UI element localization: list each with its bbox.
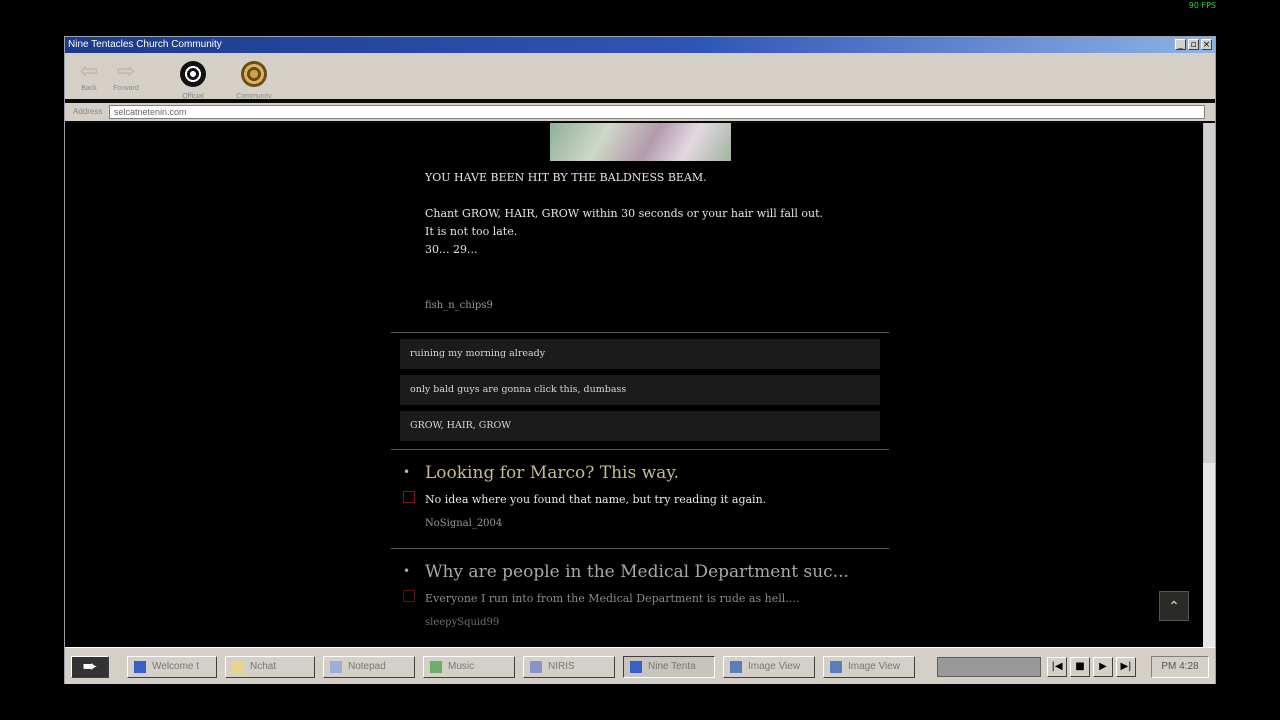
scroll-to-top-button[interactable]: ⌃ [1159,591,1189,621]
browser-icon [630,661,642,673]
chevron-up-icon: ⌃ [1168,599,1180,615]
window-title: Nine Tentacles Church Community [68,39,222,50]
media-progress[interactable] [937,657,1041,677]
address-input[interactable]: selcatnetenin.com [109,105,1205,119]
thread-author[interactable]: sleepySquid99 [425,617,499,628]
play-icon: ▶ [1099,661,1107,672]
divider [391,548,889,549]
image-icon [830,661,842,673]
fps-counter: 90 FPS [1188,1,1216,10]
task-label: Music [448,661,475,672]
official-emblem-icon [180,61,206,87]
skip-forward-icon: ▶| [1120,661,1132,672]
stop-icon: ■ [1075,661,1085,672]
window-controls: _ ▫ × [1175,39,1212,50]
play-button[interactable]: ▶ [1093,657,1113,677]
skip-back-icon: |◀ [1051,661,1063,672]
thread-author[interactable]: NoSignal_2004 [425,518,502,529]
title-bar[interactable]: Nine Tentacles Church Community _ ▫ × [65,37,1215,53]
task-label: NIRIS [548,661,575,672]
close-button[interactable]: × [1201,39,1212,50]
task-label: Notepad [348,661,386,672]
task-image-view[interactable]: Image View [723,656,815,678]
comment: ruining my morning already [400,339,880,369]
address-bar: Address selcatnetenin.com [65,103,1215,121]
task-label: Nchat [250,661,277,672]
niris-icon [530,661,542,673]
music-icon [430,661,442,673]
notepad-icon [330,661,342,673]
post-image [550,123,731,161]
task-music[interactable]: Music [423,656,515,678]
task-welcome[interactable]: Welcome t [127,656,217,678]
task-label: Image View [748,661,801,672]
post-author[interactable]: fish_n_chips9 [425,300,493,311]
task-nine-tentacles[interactable]: Nine Tenta [623,656,715,678]
maximize-button[interactable]: ▫ [1188,39,1199,50]
task-image-view[interactable]: Image View [823,656,915,678]
system-clock: PM 4:28 [1151,656,1209,678]
divider [391,332,889,333]
comment: only bald guys are gonna click this, dum… [400,375,880,405]
forward-arrow-icon: ⇨ [116,59,136,84]
bullet-icon: • [403,564,411,578]
bullet-icon: • [403,465,411,479]
browser-toolbar: ⇦ Back ⇨ Forward Official Community [65,53,1215,100]
start-button[interactable]: ➨ [71,656,109,678]
community-emblem-icon [241,61,267,87]
divider [391,449,889,450]
task-niris[interactable]: NIRIS [523,656,615,678]
previous-button[interactable]: |◀ [1047,657,1067,677]
stop-button[interactable]: ■ [1070,657,1090,677]
taskbar: ➨ Welcome t Nchat Notepad Music NIRIS Ni… [65,647,1215,684]
thread-title-link[interactable]: Looking for Marco? This way. [425,463,679,483]
community-button[interactable]: Community [232,61,276,100]
page-content: YOU HAVE BEEN HIT BY THE BALDNESS BEAM. … [65,123,1203,647]
task-label: Welcome t [152,661,200,672]
official-label: Official [182,93,204,100]
thread-snippet: Everyone I run into from the Medical Dep… [425,592,800,605]
chat-icon [232,661,244,673]
forward-label: Forward [113,85,139,92]
minimize-button[interactable]: _ [1175,39,1186,50]
task-label: Nine Tenta [648,661,696,672]
forward-button[interactable]: ⇨ Forward [104,59,148,93]
post-line: Chant GROW, HAIR, GROW within 30 seconds… [425,207,824,220]
bookmark-icon[interactable] [403,590,415,602]
vertical-scrollbar[interactable] [1203,123,1215,647]
image-icon [730,661,742,673]
post-line: It is not too late. [425,225,518,238]
thread-title-link[interactable]: Why are people in the Medical Department… [425,562,849,582]
browser-icon [134,661,146,673]
back-arrow-icon: ⇦ [79,59,99,84]
task-notepad[interactable]: Notepad [323,656,415,678]
task-nchat[interactable]: Nchat [225,656,315,678]
community-label: Community [236,93,272,100]
start-arrow-icon: ➨ [82,656,98,677]
task-label: Image View [848,661,901,672]
thread-snippet: No idea where you found that name, but t… [425,493,767,506]
comment: GROW, HAIR, GROW [400,411,880,441]
scrollbar-thumb[interactable] [1203,123,1215,463]
browser-window: Nine Tentacles Church Community _ ▫ × ⇦ … [64,36,1216,684]
address-label: Address [73,107,103,116]
post-line: 30... 29... [425,243,478,256]
post-line: YOU HAVE BEEN HIT BY THE BALDNESS BEAM. [425,171,707,184]
next-button[interactable]: ▶| [1116,657,1136,677]
bookmark-icon[interactable] [403,491,415,503]
official-button[interactable]: Official [171,61,215,100]
